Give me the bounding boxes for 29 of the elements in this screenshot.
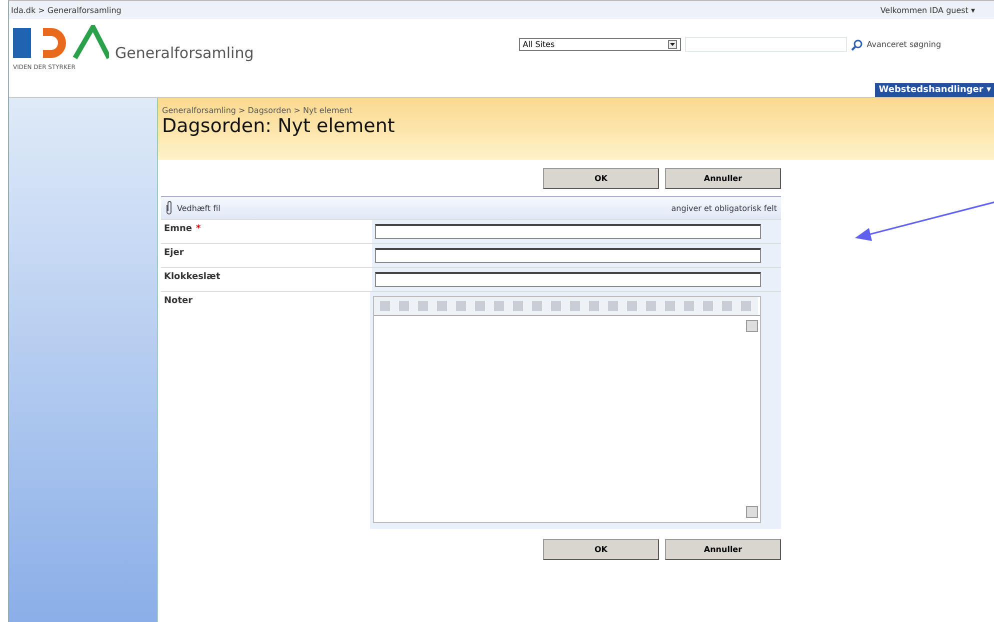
field-label: Ejer [164,248,184,260]
breadcrumb-link[interactable]: Ida.dk > Generalforsamling [11,6,122,14]
rich-text-field[interactable] [373,296,761,523]
text-field[interactable] [375,272,761,287]
text-field[interactable] [375,248,761,263]
logo-icon [13,25,109,61]
text-field[interactable] [375,224,761,239]
scope-dropdown[interactable]: All Sites [518,38,681,51]
page-title: Dagsorden: Nyt element [162,115,395,137]
page-breadcrumb[interactable]: Generalforsamling > Dagsorden > Nyt element [162,106,352,115]
site-actions-menu[interactable]: Webstedshandlinger ▾ [874,83,994,97]
search-icon[interactable] [850,38,863,50]
welcome-menu[interactable]: Velkommen IDA guest ▾ [880,6,975,14]
site-title: Generalforsamling [115,44,254,62]
search-field[interactable] [684,37,847,52]
cancel-button[interactable]: Annuller [665,168,781,189]
required-mark: * [196,224,201,236]
field-label: Emne [164,224,192,236]
attach-file-link[interactable]: Vedhæft fil [177,204,220,212]
ok-button[interactable]: OK [543,539,659,560]
field-label: Noter [164,296,193,308]
advanced-search-link[interactable]: Avanceret søgning [866,40,942,49]
cancel-button[interactable]: Annuller [665,539,781,560]
scrollbar[interactable] [746,320,758,518]
ok-button[interactable]: OK [543,168,659,189]
field-label: Klokkeslæt [164,272,220,284]
required-note: angiver et obligatorisk felt [671,204,777,212]
paperclip-icon[interactable] [165,201,173,215]
dropdown-arrow-icon[interactable] [668,40,677,49]
